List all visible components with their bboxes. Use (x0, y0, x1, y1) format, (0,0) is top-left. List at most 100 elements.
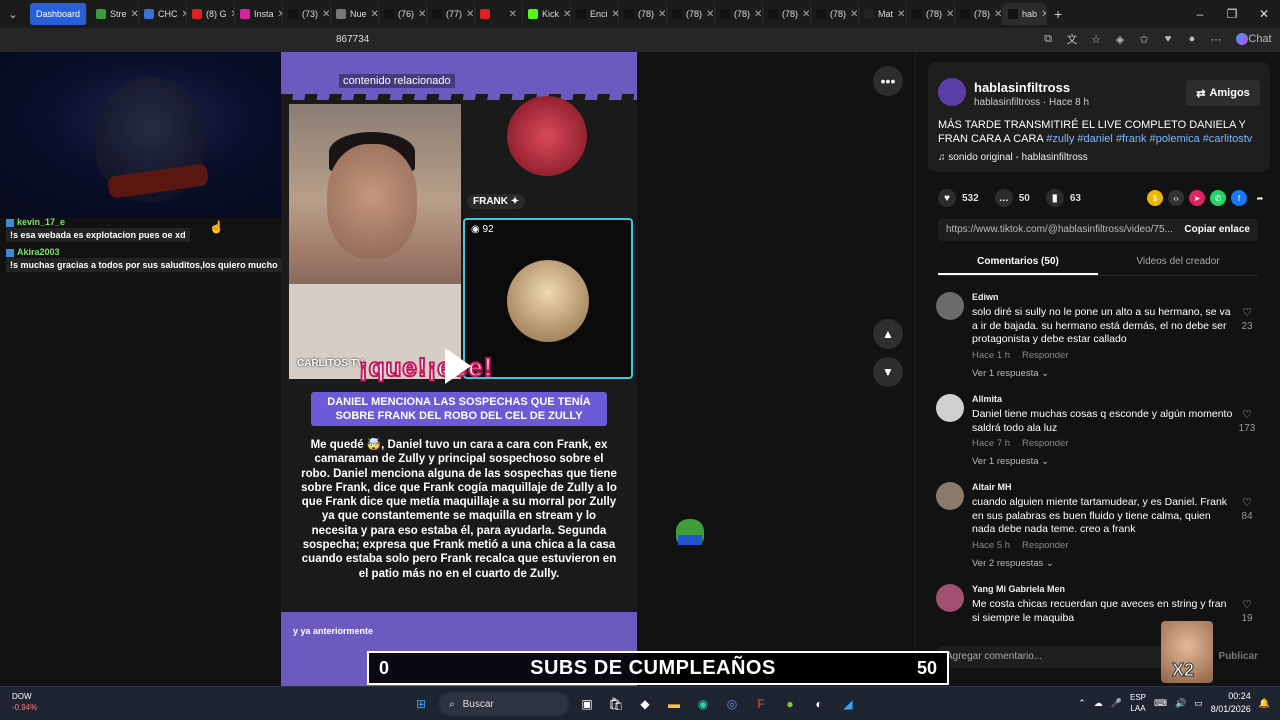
app-blue-icon[interactable]: ◢ (837, 693, 859, 715)
browser-tab[interactable]: (78) ✕ (619, 3, 668, 25)
translate-icon[interactable]: 文 (1064, 31, 1080, 47)
browser-tab[interactable]: ✕ (475, 3, 524, 25)
facebook-icon[interactable]: f (1231, 190, 1247, 206)
comment-like-button[interactable]: ♡ 173 (1238, 408, 1256, 434)
tab-close-icon[interactable]: ✕ (509, 9, 517, 20)
more-options-icon[interactable]: ••• (873, 66, 903, 96)
commenter-avatar[interactable] (936, 482, 964, 510)
comment-button[interactable]: … 50 (994, 189, 1030, 207)
tab-comments[interactable]: Comentarios (50) (938, 252, 1098, 275)
video-player[interactable]: contenido relacionado CARLITOS TV FRANK … (281, 52, 637, 686)
reply-button[interactable]: Responder (1022, 540, 1068, 551)
tab-close-icon[interactable]: ✕ (946, 9, 954, 20)
discord-icon[interactable]: ◎ (721, 693, 743, 715)
tab-close-icon[interactable]: ✕ (466, 9, 474, 20)
taskbar-search[interactable]: ⌕ Buscar (439, 692, 569, 716)
browser-tab[interactable]: Mat ✕ (859, 3, 908, 25)
browser-tab[interactable]: Kick ✕ (523, 3, 572, 25)
tab-close-icon[interactable]: ✕ (371, 9, 378, 20)
browser-tab[interactable]: CHC✕ (139, 3, 188, 25)
tab-close-icon[interactable]: ✕ (131, 9, 138, 20)
windows-start-icon[interactable]: ⊞ (410, 693, 432, 715)
browser-tab[interactable]: Dashboard (30, 3, 88, 25)
browser-tab[interactable]: (73) ✕ (283, 3, 332, 25)
tab-close-icon[interactable]: ✕ (706, 9, 714, 20)
battery-icon[interactable]: ▭ (1194, 698, 1203, 709)
edge-icon[interactable]: ◉ (692, 693, 714, 715)
view-replies-button[interactable]: Ver 1 respuesta ⌄ (972, 456, 1049, 467)
tab-close-icon[interactable]: ✕ (322, 9, 330, 20)
microphone-icon[interactable]: 🎤 (1111, 698, 1122, 709)
music-line[interactable]: ♫ sonido original - hablasinfiltross (938, 152, 1088, 163)
hashtag[interactable]: #polemica (1150, 133, 1200, 145)
app-f-icon[interactable]: F (750, 693, 772, 715)
tab-close-icon[interactable]: ✕ (994, 9, 1002, 20)
tab-close-icon[interactable]: ✕ (563, 9, 570, 20)
store-icon[interactable]: 🛍 (605, 693, 627, 715)
comment-like-button[interactable]: ♡ 19 (1238, 598, 1256, 624)
browser-tab[interactable]: Insta✕ (235, 3, 284, 25)
task-view-icon[interactable]: ▣ (576, 693, 598, 715)
browser-tab[interactable]: (78) ✕ (955, 3, 1004, 25)
tab-close-icon[interactable]: ✕ (418, 9, 426, 20)
stock-widget[interactable]: DOW -0.94% (12, 691, 37, 713)
browser-tab[interactable]: (78) ✕ (667, 3, 716, 25)
play-icon[interactable] (445, 348, 471, 384)
volume-icon[interactable]: 🔊 (1175, 698, 1186, 709)
reply-button[interactable]: Responder (1022, 438, 1068, 449)
favorite-star-icon[interactable]: ☆ (1088, 31, 1104, 47)
tab-close-icon[interactable]: ✕ (754, 9, 762, 20)
post-comment-button[interactable]: Publicar (1219, 651, 1258, 662)
like-button[interactable]: ♥ 532 (938, 189, 979, 207)
tab-close-icon[interactable]: ✕ (658, 9, 666, 20)
repost-icon[interactable]: ➤ (1189, 190, 1205, 206)
hashtag[interactable]: #carlitostv (1203, 133, 1253, 145)
hashtag[interactable]: #zully (1046, 133, 1074, 145)
view-replies-button[interactable]: Ver 2 respuestas ⌄ (972, 558, 1054, 569)
reply-button[interactable]: Responder (1022, 350, 1068, 361)
restore-icon[interactable]: ❐ (1216, 0, 1248, 28)
hashtag[interactable]: #frank (1116, 133, 1147, 145)
next-video-icon[interactable]: ▼ (873, 357, 903, 387)
tray-chevron-icon[interactable]: ⌃ (1078, 698, 1086, 709)
obs-icon[interactable]: ◐ (808, 693, 830, 715)
commenter-avatar[interactable] (936, 394, 964, 422)
tab-close-icon[interactable]: ✕ (897, 9, 905, 20)
tab-creator-videos[interactable]: Videos del creador (1098, 252, 1258, 275)
commenter-avatar[interactable] (936, 292, 964, 320)
commenter-avatar[interactable] (936, 584, 964, 612)
share-link-url[interactable]: https://www.tiktok.com/@hablasinfiltross… (946, 224, 1176, 235)
commenter-name[interactable]: Altair MH (972, 482, 1012, 492)
clock[interactable]: 00:24 8/01/2026 (1211, 690, 1251, 716)
app-round-icon[interactable]: ● (779, 693, 801, 715)
new-tab-button[interactable]: + (1047, 6, 1069, 22)
browser-tab[interactable]: Stre ✕ (91, 3, 140, 25)
commenter-name[interactable]: Ediwn (972, 292, 999, 302)
extensions-icon[interactable]: ◈ (1112, 31, 1128, 47)
tab-close-icon[interactable]: ✕ (802, 9, 810, 20)
tab-actions-menu[interactable]: ⌄ (0, 0, 26, 28)
browser-tab[interactable]: Enci ✕ (571, 3, 620, 25)
friends-button[interactable]: ⇄ Amigos (1186, 80, 1260, 106)
open-in-app-icon[interactable]: ⧉ (1040, 31, 1056, 47)
tab-close-icon[interactable]: ✕ (612, 9, 618, 20)
whatsapp-icon[interactable]: ✆ (1210, 190, 1226, 206)
copy-link-button[interactable]: Copiar enlace (1184, 224, 1250, 235)
browser-tab[interactable]: (78) ✕ (811, 3, 860, 25)
commenter-name[interactable]: Allmita (972, 394, 1002, 404)
copilot-icon[interactable]: ◆ (634, 693, 656, 715)
browser-tab[interactable]: Nue ✕ (331, 3, 380, 25)
network-icon[interactable]: ⌨ (1154, 698, 1167, 709)
browser-tab[interactable]: (8) G✕ (187, 3, 236, 25)
browser-tab[interactable]: (78) ✕ (715, 3, 764, 25)
onedrive-icon[interactable]: ☁ (1094, 698, 1103, 709)
browser-tab[interactable]: (78) ✕ (907, 3, 956, 25)
notifications-icon[interactable]: 🔔 (1259, 698, 1270, 709)
file-explorer-icon[interactable]: ▬ (663, 693, 685, 715)
embed-icon[interactable]: ‹› (1168, 190, 1184, 206)
browser-tab[interactable]: hab✕ (1003, 3, 1048, 25)
language-indicator[interactable]: ESP LAA (1130, 692, 1146, 714)
share-arrow-icon[interactable]: ➦ (1252, 190, 1268, 206)
related-content-label[interactable]: contenido relacionado (339, 74, 455, 88)
browser-tab[interactable]: (77) ✕ (427, 3, 476, 25)
